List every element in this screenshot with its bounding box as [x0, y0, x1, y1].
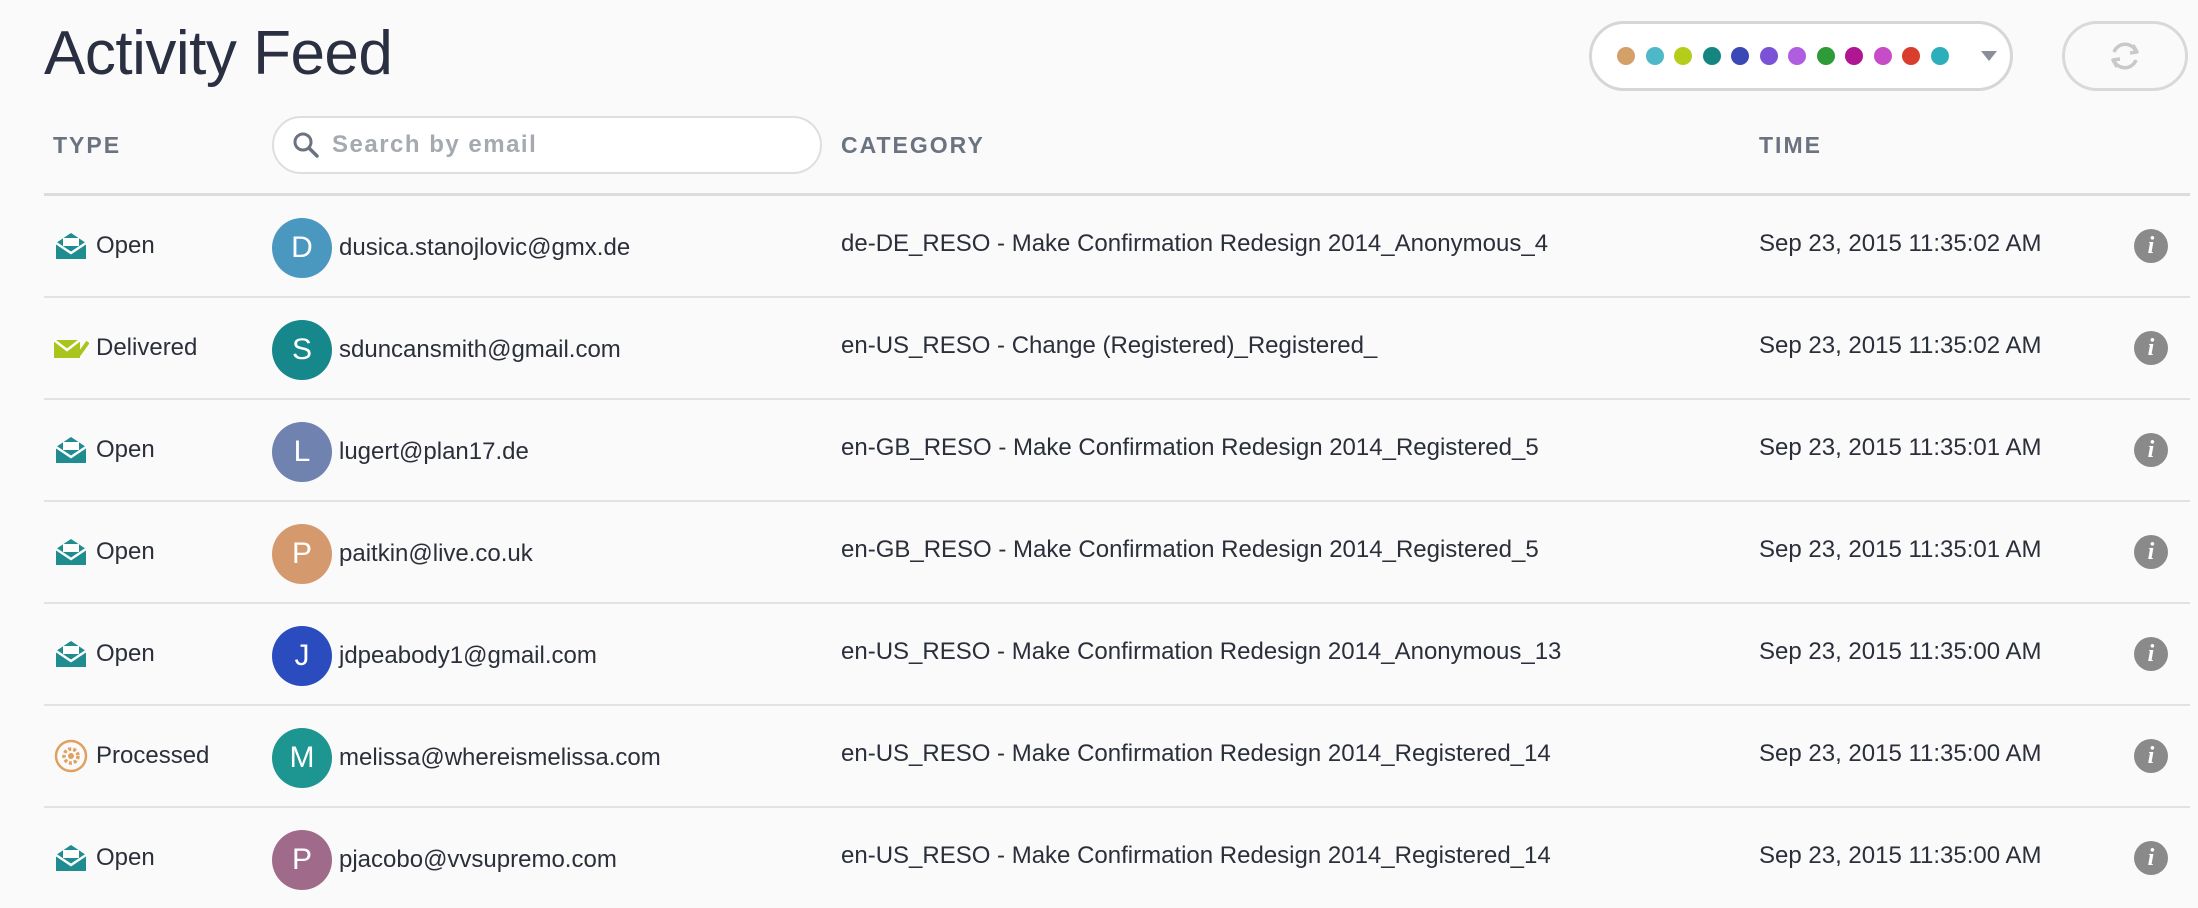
page-title: Activity Feed — [44, 19, 393, 88]
type-cell: Delivered — [52, 298, 197, 398]
avatar: S — [272, 320, 332, 380]
avatar: D — [272, 218, 332, 278]
color-dot — [1845, 47, 1863, 65]
color-dot — [1788, 47, 1806, 65]
type-label: Open — [96, 844, 155, 871]
timestamp: Sep 23, 2015 11:35:01 AM — [1759, 536, 2042, 563]
timestamp: Sep 23, 2015 11:35:00 AM — [1759, 740, 2042, 767]
color-dot — [1816, 47, 1835, 65]
envelope-open-icon — [52, 227, 90, 265]
activity-list: Open Ddusica.stanojlovic@gmx.de de-DE_RESO… — [44, 196, 2190, 908]
info-icon[interactable]: i — [2134, 229, 2168, 263]
color-dot — [1902, 47, 1920, 65]
category-text: en-US_RESO - Make Confirmation Redesign … — [841, 842, 1551, 869]
info-icon[interactable]: i — [2134, 739, 2168, 773]
email-link[interactable]: melissa@whereismelissa.com — [339, 744, 661, 772]
info-icon[interactable]: i — [2134, 535, 2168, 569]
envelope-open-icon — [52, 839, 90, 877]
color-dot — [1645, 47, 1664, 65]
timestamp: Sep 23, 2015 11:35:01 AM — [1759, 434, 2042, 461]
color-dot — [1702, 47, 1721, 65]
email-link[interactable]: jdpeabody1@gmail.com — [339, 642, 597, 670]
gear-icon — [52, 737, 90, 775]
email-link[interactable]: dusica.stanojlovic@gmx.de — [339, 234, 630, 262]
color-dot — [1759, 47, 1778, 65]
category-column-header[interactable]: CATEGORY — [841, 132, 985, 159]
category-text: en-US_RESO - Change (Registered)_Registe… — [841, 332, 1378, 359]
timestamp: Sep 23, 2015 11:35:02 AM — [1759, 332, 2042, 359]
refresh-icon — [2111, 42, 2139, 70]
time-column-header[interactable]: TIME — [1759, 132, 1822, 159]
envelope-check-icon — [52, 329, 90, 367]
email-link[interactable]: paitkin@live.co.uk — [339, 540, 533, 568]
type-cell: Open — [52, 502, 155, 602]
type-cell: Open — [52, 808, 155, 908]
type-cell: Open — [52, 604, 155, 704]
envelope-open-icon — [52, 431, 90, 469]
email-link[interactable]: sduncansmith@gmail.com — [339, 336, 621, 364]
avatar: M — [272, 728, 332, 788]
info-icon[interactable]: i — [2134, 637, 2168, 671]
email-link[interactable]: pjacobo@vvsupremo.com — [339, 846, 617, 874]
color-dot — [1617, 47, 1635, 65]
envelope-open-icon — [52, 635, 90, 673]
timestamp: Sep 23, 2015 11:35:00 AM — [1759, 638, 2042, 665]
type-label: Open — [96, 232, 155, 259]
table-row[interactable]: Open Llugert@plan17.de en-GB_RESO - Make C… — [44, 400, 2190, 502]
type-cell: Open — [52, 400, 155, 500]
category-text: en-US_RESO - Make Confirmation Redesign … — [841, 740, 1551, 767]
color-dot — [1930, 47, 1949, 65]
chevron-down-icon — [1981, 51, 1997, 61]
table-row[interactable]: Open Ppjacobo@vvsupremo.com en-US_RESO - M… — [44, 808, 2190, 908]
color-filter-dropdown[interactable] — [1589, 21, 2013, 91]
info-icon[interactable]: i — [2134, 433, 2168, 467]
table-row[interactable]: Open Ddusica.stanojlovic@gmx.de de-DE_RESO… — [44, 196, 2190, 298]
color-dot — [1873, 47, 1892, 65]
type-label: Delivered — [96, 334, 198, 361]
avatar: P — [272, 524, 332, 584]
envelope-open-icon — [52, 533, 90, 571]
avatar: P — [272, 830, 332, 890]
color-dot — [1674, 47, 1692, 65]
type-cell: Open — [52, 196, 155, 296]
type-column-header[interactable]: TYPE — [53, 132, 121, 159]
avatar: J — [272, 626, 332, 686]
color-dots — [1617, 47, 1959, 65]
category-text: en-US_RESO - Make Confirmation Redesign … — [841, 638, 1562, 665]
color-dot — [1731, 47, 1749, 65]
search-input[interactable] — [332, 131, 802, 159]
table-row[interactable]: Open Ppaitkin@live.co.uk en-GB_RESO - Make… — [44, 502, 2190, 604]
table-header: TYPE CATEGORY TIME — [44, 110, 2190, 196]
timestamp: Sep 23, 2015 11:35:00 AM — [1759, 842, 2042, 869]
category-text: en-GB_RESO - Make Confirmation Redesign … — [841, 536, 1539, 563]
type-label: Processed — [96, 742, 210, 769]
table-row[interactable]: Delivered Ssduncansmith@gmail.com en-US_RE… — [44, 298, 2190, 400]
refresh-button[interactable] — [2062, 21, 2188, 91]
search-box[interactable] — [272, 116, 822, 174]
email-link[interactable]: lugert@plan17.de — [339, 438, 529, 466]
search-icon — [293, 132, 319, 158]
type-label: Open — [96, 538, 155, 565]
category-text: de-DE_RESO - Make Confirmation Redesign … — [841, 230, 1549, 257]
type-label: Open — [96, 436, 155, 463]
timestamp: Sep 23, 2015 11:35:02 AM — [1759, 230, 2042, 257]
category-text: en-GB_RESO - Make Confirmation Redesign … — [841, 434, 1539, 461]
type-label: Open — [96, 640, 155, 667]
table-row[interactable]: Open Jjdpeabody1@gmail.com en-US_RESO - Ma… — [44, 604, 2190, 706]
info-icon[interactable]: i — [2134, 841, 2168, 875]
info-icon[interactable]: i — [2134, 331, 2168, 365]
type-cell: Processed — [52, 706, 209, 806]
avatar: L — [272, 422, 332, 482]
table-row[interactable]: Processed Mmelissa@whereismelissa.com en-U… — [44, 706, 2190, 808]
